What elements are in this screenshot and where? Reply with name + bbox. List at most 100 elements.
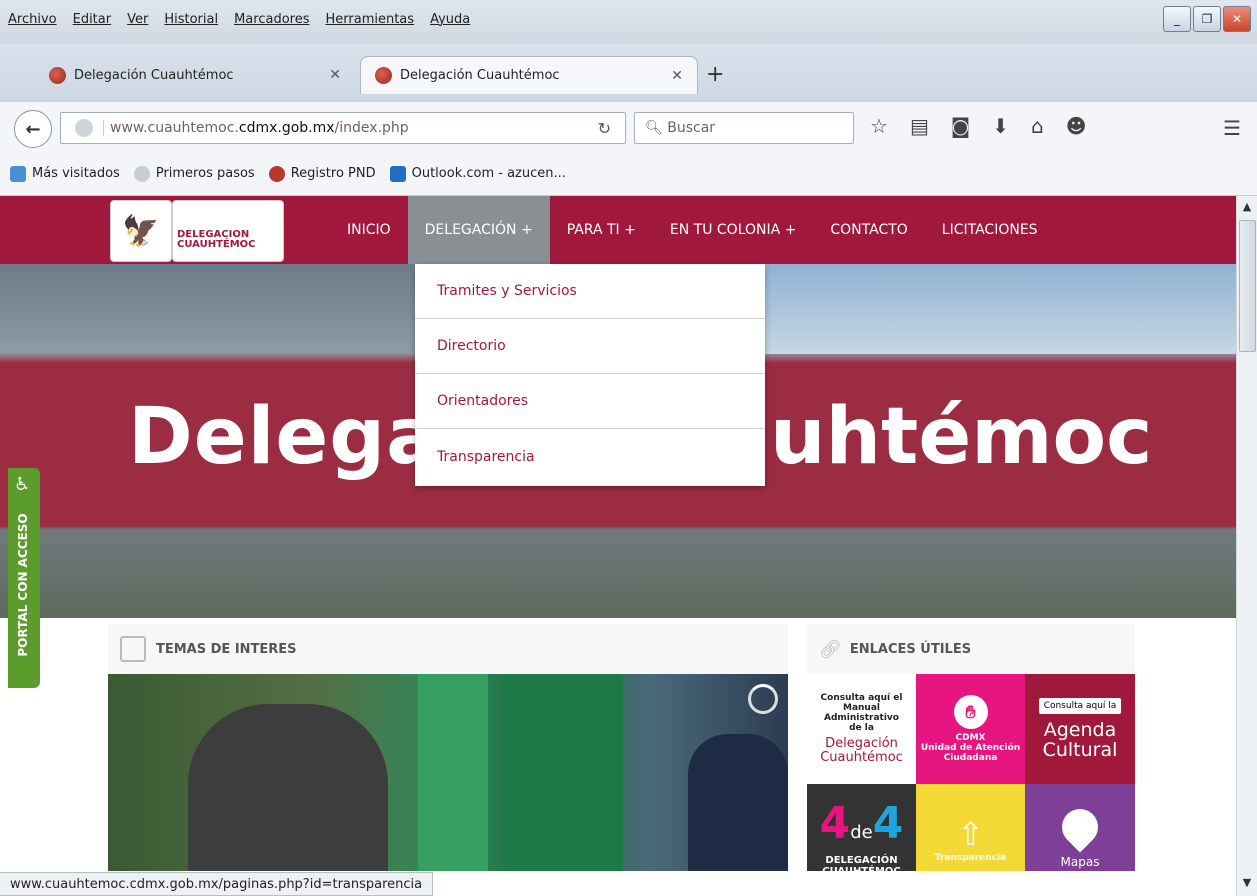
url-bar[interactable]: www.cuauhtemoc.cdmx.gob.mx/index.php ↻ (60, 112, 626, 144)
tile-4-de-4[interactable]: 4de4 DELEGACIÓN CUAUHTÉMOC (807, 784, 916, 871)
tab-title: Delegación Cuauhtémoc (74, 67, 234, 83)
menu-ver[interactable]: Ver (127, 12, 148, 27)
dropdown-orientadores[interactable]: Orientadores (415, 374, 765, 429)
tile-unidad-atencion[interactable]: ✋︎ CDMX Unidad de Atención Ciudadana (916, 674, 1025, 784)
restore-button[interactable]: ❐ (1193, 6, 1221, 32)
pocket-icon[interactable]: ◙ (951, 114, 970, 138)
photo-flag (503, 674, 623, 871)
search-icon: 🔍︎ (645, 120, 668, 136)
dropdown-tramites[interactable]: Tramites y Servicios (415, 264, 765, 319)
globe-icon (133, 165, 150, 182)
back-button[interactable]: ← (14, 110, 52, 148)
useful-links-grid: Consulta aquí el Manual Administrativo d… (807, 674, 1135, 871)
tile-text: CDMX (955, 733, 986, 743)
transparency-icon: ⇧ (957, 815, 984, 853)
dropdown-transparencia[interactable]: Transparencia (415, 429, 765, 484)
bookmark-label: Primeros pasos (155, 166, 255, 181)
bookmark-label: Outlook.com - azucen... (411, 166, 566, 181)
tile-transparencia[interactable]: ⇧ Transparencia (916, 784, 1025, 871)
tile-text: Mapas (1060, 855, 1100, 869)
tile-text: Unidad de Atención Ciudadana (920, 743, 1021, 763)
bookmark-star-icon[interactable]: ☆ (870, 114, 888, 138)
url-text: www.cuauhtemoc.cdmx.gob.mx/index.php (103, 120, 409, 136)
tab-2-active[interactable]: Delegación Cuauhtémoc ✕ (360, 56, 698, 94)
close-tab-icon[interactable]: ✕ (671, 68, 683, 84)
tile-mapas[interactable]: Mapas (1025, 784, 1135, 871)
enlaces-header: 🔗︎ ENLACES ÚTILES (807, 624, 1135, 675)
hero-title-right: uhtémoc (770, 392, 1153, 482)
photo-flagpole (418, 674, 488, 871)
tile-text: DELEGACIÓN CUAUHTÉMOC (822, 854, 901, 872)
tile-text: Transparencia (934, 853, 1007, 863)
search-input[interactable]: 🔍︎ Buscar (634, 112, 854, 144)
window-controls: _ ❐ ✕ (1163, 6, 1251, 32)
folder-icon (10, 165, 26, 182)
nav-para-ti[interactable]: PARA TI + (550, 196, 653, 264)
tab-bar: Delegación Cuauhtémoc ✕ Delegación Cuauh… (0, 44, 1257, 103)
bookmark-label: Registro PND (290, 166, 376, 181)
download-icon[interactable]: ⬇ (992, 114, 1009, 138)
hand-icon: ✋︎ (953, 695, 988, 729)
menu-hamburger-icon[interactable]: ☰ (1223, 116, 1241, 140)
menu-herramientas[interactable]: Herramientas (326, 12, 415, 27)
home-icon[interactable]: ⌂ (1031, 114, 1044, 138)
navigation-bar: ← www.cuauhtemoc.cdmx.gob.mx/index.php ↻… (0, 102, 1257, 153)
scroll-up-icon[interactable]: ▲ (1240, 200, 1254, 214)
page-scrollbar[interactable]: ▲ ▼ (1236, 196, 1257, 896)
nav-inicio[interactable]: INICIO (330, 196, 408, 264)
photo-officer (688, 734, 788, 871)
logo-line-2: CUAUHTÉMOC (177, 239, 256, 250)
temas-title: TEMAS DE INTERES (156, 641, 297, 657)
minimize-button[interactable]: _ (1163, 6, 1191, 32)
menu-archivo[interactable]: Archivo (8, 12, 57, 27)
site-navbar: 🦅 DELEGACION CUAUHTÉMOC INICIO DELEGACIÓ… (0, 196, 1237, 264)
tab-1[interactable]: Delegación Cuauhtémoc ✕ (35, 56, 355, 94)
close-tab-icon[interactable]: ✕ (329, 67, 341, 83)
scroll-thumb[interactable] (1239, 220, 1256, 352)
nav-contacto[interactable]: CONTACTO (813, 196, 924, 264)
reading-list-icon[interactable]: ▤ (910, 114, 929, 138)
dropdown-directorio[interactable]: Directorio (415, 319, 765, 374)
reload-icon[interactable]: ↻ (598, 119, 611, 138)
globe-icon (75, 119, 93, 137)
tile-number: 4de4 (819, 797, 904, 849)
nav-delegacion[interactable]: DELEGACIÓN + (407, 196, 550, 264)
calendar-icon (120, 636, 146, 662)
chat-icon[interactable]: ☻ (1066, 114, 1087, 138)
bookmark-registro-pnd[interactable]: Registro PND (268, 165, 376, 182)
tile-text: Consulta aquí el (820, 693, 903, 703)
link-icon: 🔗︎ (819, 638, 842, 660)
menu-bar: Archivo Editar Ver Historial Marcadores … (0, 0, 1257, 44)
tile-text: Consulta aquí la (1038, 698, 1122, 714)
nav-licitaciones[interactable]: LICITACIONES (925, 196, 1055, 264)
featured-photo[interactable] (108, 674, 788, 871)
bookmark-mas-visitados[interactable]: Más visitados (10, 165, 120, 182)
outlook-icon (389, 165, 406, 182)
menu-editar[interactable]: Editar (73, 12, 112, 27)
coat-of-arms-icon[interactable]: 🦅 (110, 200, 172, 262)
loading-spinner-icon (748, 684, 778, 714)
enlaces-title: ENLACES ÚTILES (849, 641, 972, 657)
tile-text: de la (849, 723, 874, 733)
tile-text: Delegación Cuauhtémoc (820, 736, 903, 765)
site-logo[interactable]: DELEGACION CUAUHTÉMOC (172, 200, 284, 262)
bookmark-outlook[interactable]: Outlook.com - azucen... (389, 165, 566, 182)
delegacion-dropdown: Tramites y Servicios Directorio Orientad… (415, 264, 765, 486)
menu-historial[interactable]: Historial (164, 12, 218, 27)
bookmark-label: Más visitados (32, 166, 120, 181)
menu-marcadores[interactable]: Marcadores (234, 12, 309, 27)
nav-en-tu-colonia[interactable]: EN TU COLONIA + (653, 196, 814, 264)
close-window-button[interactable]: ✕ (1223, 6, 1251, 32)
tile-text: Manual (842, 703, 880, 713)
tile-agenda[interactable]: Consulta aquí la Agenda Cultural (1025, 674, 1135, 784)
map-pin-icon (1054, 801, 1106, 853)
accessibility-portal-tab[interactable]: ♿ PORTAL CON ACCESO (8, 468, 40, 688)
new-tab-icon[interactable]: + (706, 62, 724, 87)
hero-title-left: Delega (128, 392, 440, 482)
tile-manual[interactable]: Consulta aquí el Manual Administrativo d… (807, 674, 916, 784)
menu-ayuda[interactable]: Ayuda (430, 12, 470, 27)
site-favicon-icon (49, 66, 66, 84)
bookmark-primeros-pasos[interactable]: Primeros pasos (133, 165, 255, 182)
scroll-down-icon[interactable]: ▼ (1240, 876, 1254, 890)
access-label: PORTAL CON ACCESO (16, 513, 30, 657)
